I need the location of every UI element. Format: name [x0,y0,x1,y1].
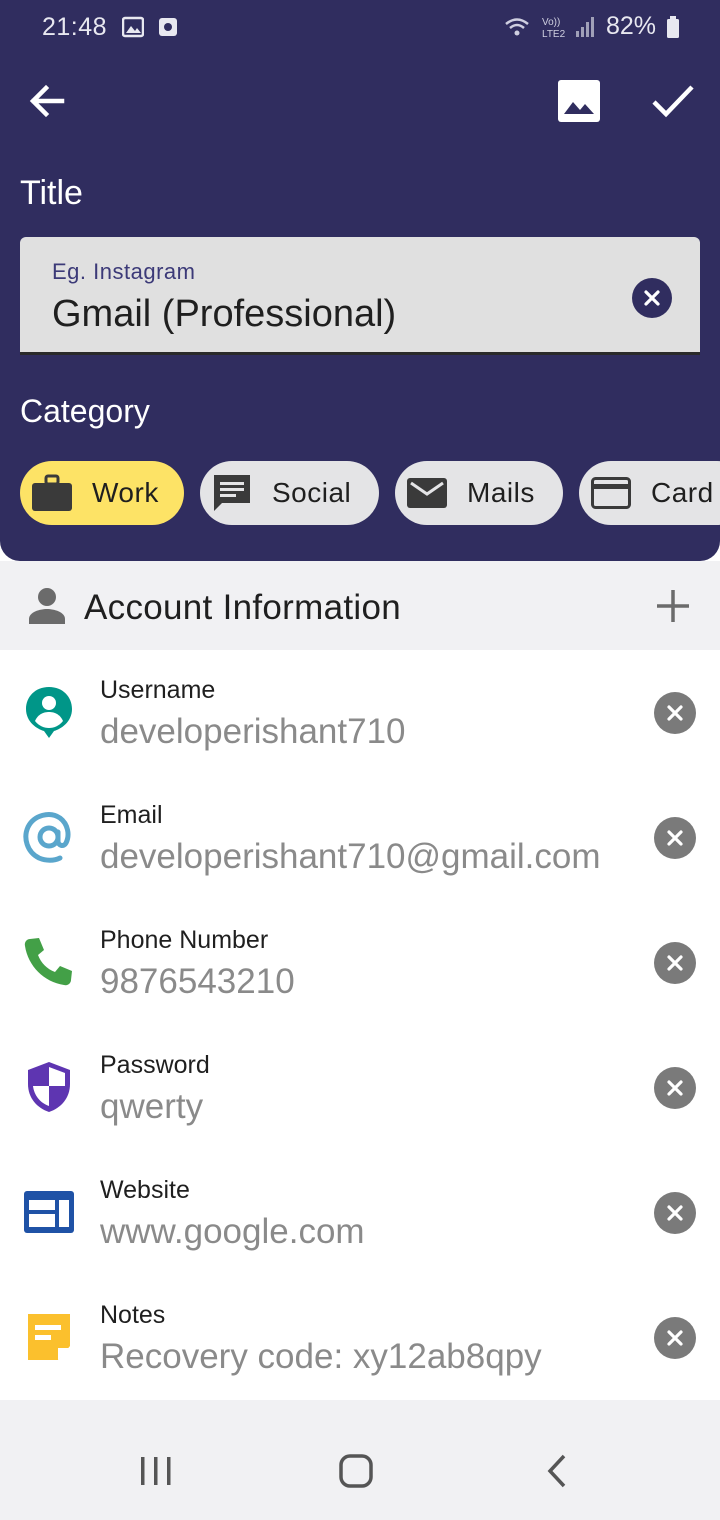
category-chip-social[interactable]: Social [200,461,379,525]
field-label: Username [100,676,216,704]
phone-icon [24,938,72,986]
battery-icon [667,15,679,38]
clear-title-button[interactable] [632,278,672,318]
back-nav-button[interactable] [534,1448,582,1496]
recent-apps-button[interactable] [132,1448,180,1496]
field-value[interactable]: Recovery code: xy12ab8qpy [100,1337,542,1377]
add-field-button[interactable] [655,588,691,624]
check-icon [652,85,694,118]
field-row-notes[interactable]: Notes Recovery code: xy12ab8qpy [0,1275,720,1400]
status-bar: 21:48 Vo)) LTE2 82% [0,0,720,56]
category-chip-list: Work Social Mails Card [20,461,720,525]
field-label: Website [100,1176,190,1204]
field-row-password[interactable]: Password qwerty [0,1025,720,1150]
lte-signal-icon: Vo))LTE2 [542,16,594,39]
close-icon [667,1330,683,1346]
status-time: 21:48 [42,13,108,41]
chip-label: Work [92,477,159,508]
field-label: Password [100,1051,210,1079]
close-icon [667,1205,683,1221]
person-icon [29,588,65,624]
category-chip-work[interactable]: Work [20,461,184,525]
field-label: Email [100,801,163,829]
image-icon [558,80,600,122]
remove-field-button[interactable] [654,1067,696,1109]
close-icon [667,830,683,846]
field-value[interactable]: www.google.com [100,1212,365,1252]
mail-icon [407,478,447,508]
field-value[interactable]: qwerty [100,1087,203,1127]
back-button[interactable] [24,78,70,124]
close-icon [644,290,660,306]
remove-field-button[interactable] [654,942,696,984]
home-icon [339,1454,373,1488]
remove-field-button[interactable] [654,1192,696,1234]
arrow-left-icon [29,84,65,118]
chip-label: Mails [467,477,535,508]
add-image-button[interactable] [557,79,601,123]
category-chip-card[interactable]: Card [579,461,720,525]
gallery-notification-icon [122,16,144,38]
close-icon [667,1080,683,1096]
title-heading: Title [20,174,83,212]
card-icon [591,477,631,509]
chevron-left-icon [547,1454,566,1488]
wifi-icon [505,17,529,35]
chip-label: Card [651,477,714,508]
battery-percentage: 82% [605,12,656,40]
title-input-value[interactable]: Gmail (Professional) [52,293,396,336]
briefcase-icon [32,474,72,511]
save-button[interactable] [650,80,696,122]
plus-icon [657,590,689,622]
title-input-field[interactable]: Eg. Instagram Gmail (Professional) [20,237,700,355]
account-information-title: Account Information [84,588,401,627]
web-icon [24,1191,74,1233]
close-icon [667,955,683,971]
status-notification-icons [122,16,178,38]
remove-field-button[interactable] [654,1317,696,1359]
field-row-website[interactable]: Website www.google.com [0,1150,720,1275]
note-icon [28,1314,70,1360]
field-label: Notes [100,1301,166,1329]
chip-label: Social [272,477,352,508]
category-chip-mails[interactable]: Mails [395,461,563,525]
remove-field-button[interactable] [654,817,696,859]
svg-text:LTE2: LTE2 [542,29,566,39]
category-heading: Category [20,393,150,429]
field-value[interactable]: developerishant710 [100,712,406,752]
field-row-username[interactable]: Username developerishant710 [0,650,720,775]
field-label: Phone Number [100,926,269,954]
close-icon [667,705,683,721]
at-sign-icon [23,812,71,863]
field-row-phone-number[interactable]: Phone Number 9876543210 [0,900,720,1025]
shield-icon [28,1062,70,1112]
title-input-placeholder: Eg. Instagram [52,259,196,284]
status-system-icons: Vo)) LTE2 82% [504,12,680,41]
home-button[interactable] [332,1448,380,1496]
edit-account-screen: 21:48 Vo)) LTE2 82% Title Eg. Instagram … [0,0,720,1520]
remove-field-button[interactable] [654,692,696,734]
svg-text:Vo)): Vo)) [542,17,560,28]
chat-icon [214,475,250,511]
record-notification-icon [159,18,177,36]
field-row-email[interactable]: Email developerishant710@gmail.com [0,775,720,900]
header-panel: 21:48 Vo)) LTE2 82% Title Eg. Instagram … [0,0,720,561]
recent-apps-icon [141,1457,171,1485]
user-pin-icon [26,687,72,738]
field-value[interactable]: 9876543210 [100,962,295,1002]
field-value[interactable]: developerishant710@gmail.com [100,837,601,877]
